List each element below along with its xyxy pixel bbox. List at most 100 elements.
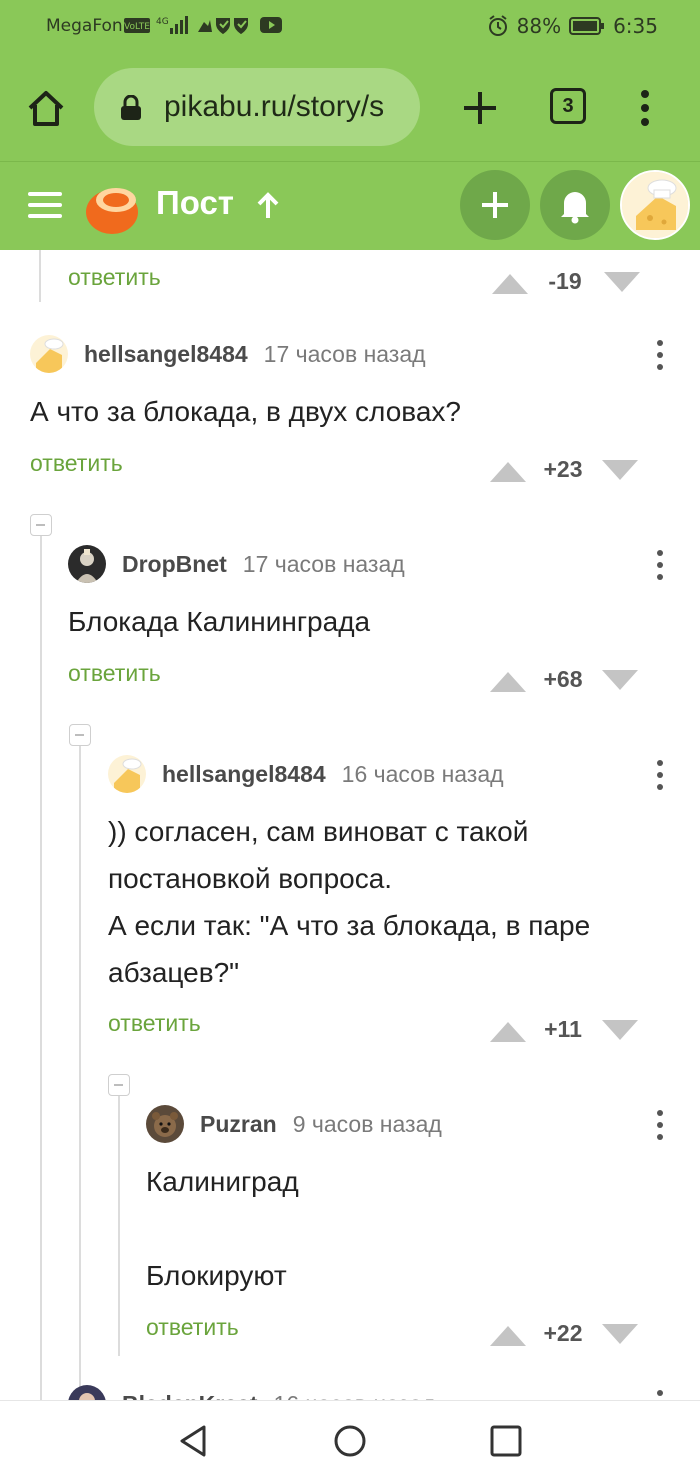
downvote-icon[interactable] xyxy=(602,460,638,482)
back-icon[interactable] xyxy=(176,1423,212,1459)
comment: Puzran 9 часов назад Калиниград Блокирую… xyxy=(146,1104,700,1299)
comment-time: 17 часов назад xyxy=(242,550,405,577)
reply-link[interactable]: ответить xyxy=(68,264,161,290)
browser-toolbar: pikabu.ru/story/s 3 xyxy=(0,56,700,162)
url-text: pikabu.ru/story/s xyxy=(164,90,385,123)
youtube-icon xyxy=(260,17,282,33)
downvote-icon[interactable] xyxy=(602,1020,638,1042)
lock-icon xyxy=(121,95,141,120)
collapse-thread-button[interactable] xyxy=(69,724,91,746)
comment-time: 16 часов назад xyxy=(273,1391,435,1401)
comment: BladenKrest 16 часов назад xyxy=(68,1384,700,1400)
hamburger-menu-icon[interactable] xyxy=(28,192,62,218)
comment-menu-icon[interactable] xyxy=(650,1108,670,1142)
upvote-icon[interactable] xyxy=(490,1324,526,1346)
user-avatar[interactable] xyxy=(620,170,690,240)
reply-link[interactable]: ответить xyxy=(108,1010,201,1036)
user-photo-avatar-icon xyxy=(68,1385,106,1400)
address-bar[interactable]: pikabu.ru/story/s xyxy=(94,68,420,146)
comment-score: +11 xyxy=(544,1016,582,1042)
comment-score: +22 xyxy=(543,1320,583,1346)
clock: 6:35 xyxy=(613,14,658,38)
home-circle-icon[interactable] xyxy=(332,1423,368,1459)
comment: hellsangel8484 16 часов назад )) согласе… xyxy=(108,754,700,996)
comment-text: Калиниград Блокируют xyxy=(146,1166,299,1291)
comment-score: -19 xyxy=(548,268,582,294)
comment-score: +68 xyxy=(543,666,583,692)
commenter-avatar[interactable] xyxy=(68,545,106,583)
scroll-to-top-icon[interactable] xyxy=(256,192,280,220)
commenter-avatar[interactable] xyxy=(146,1105,184,1143)
comment-author[interactable]: Puzran xyxy=(200,1111,277,1138)
collapse-thread-button[interactable] xyxy=(30,514,52,536)
battery-icon xyxy=(569,17,605,35)
user-photo-avatar-icon xyxy=(68,545,106,583)
comment-author[interactable]: hellsangel8484 xyxy=(84,341,248,368)
status-bar: MegaFon VoLTE 4G 88% 6:35 xyxy=(0,0,700,56)
comment-menu-icon[interactable] xyxy=(650,1388,670,1400)
svg-text:VoLTE: VoLTE xyxy=(124,22,150,32)
comment-time: 9 часов назад xyxy=(292,1110,442,1137)
signal-icons: VoLTE 4G xyxy=(124,16,248,34)
upvote-icon[interactable] xyxy=(490,1020,526,1042)
vote-controls: +23 xyxy=(490,452,670,492)
comment-score: +23 xyxy=(543,456,583,482)
comment-text: А что за блокада, в двух словах? xyxy=(30,396,461,427)
plus-icon xyxy=(482,192,508,218)
browser-menu-icon[interactable] xyxy=(630,86,660,130)
add-post-button[interactable] xyxy=(460,170,530,240)
vote-controls: -19 xyxy=(492,264,672,304)
system-nav-bar xyxy=(0,1400,700,1478)
comment-menu-icon[interactable] xyxy=(650,338,670,372)
collapse-thread-button[interactable] xyxy=(108,1074,130,1096)
vote-controls: +22 xyxy=(490,1316,670,1356)
comment-time: 16 часов назад xyxy=(341,760,504,787)
comment-author[interactable]: hellsangel8484 xyxy=(162,761,326,788)
upvote-icon[interactable] xyxy=(490,670,526,692)
alarm-icon xyxy=(488,15,507,36)
comment-author[interactable]: BladenKrest xyxy=(122,1391,257,1401)
downvote-icon[interactable] xyxy=(602,670,638,692)
reply-link[interactable]: ответить xyxy=(68,660,161,686)
notifications-button[interactable] xyxy=(540,170,610,240)
cheese-chef-avatar-icon xyxy=(622,172,688,238)
downvote-icon[interactable] xyxy=(602,1324,638,1346)
home-icon[interactable] xyxy=(24,86,68,130)
thread-line xyxy=(40,536,42,1400)
thread-line xyxy=(118,1096,120,1356)
thread-line xyxy=(79,746,81,1400)
comment-header: Puzran 9 часов назад xyxy=(146,1104,700,1144)
recent-apps-icon[interactable] xyxy=(488,1423,524,1459)
cheese-chef-avatar-icon xyxy=(108,755,146,793)
commenter-avatar[interactable] xyxy=(30,335,68,373)
page-title: Пост xyxy=(156,184,234,221)
commenter-avatar[interactable] xyxy=(108,755,146,793)
comment-menu-icon[interactable] xyxy=(650,548,670,582)
upvote-icon[interactable] xyxy=(492,272,528,294)
commenter-avatar[interactable] xyxy=(68,1385,106,1400)
reply-row: ответить xyxy=(68,264,161,304)
vote-controls: +68 xyxy=(490,662,670,702)
comment-author[interactable]: DropBnet xyxy=(122,551,227,578)
new-tab-icon[interactable] xyxy=(458,86,502,130)
battery-percent: 88% xyxy=(516,14,562,38)
tab-switcher-button[interactable]: 3 xyxy=(550,88,586,124)
cheese-chef-avatar-icon xyxy=(30,335,68,373)
comment-text: Блокада Калининграда xyxy=(68,606,371,637)
pikabu-logo-icon[interactable] xyxy=(82,178,140,236)
reply-link[interactable]: ответить xyxy=(30,450,123,476)
bell-icon xyxy=(561,192,589,224)
reply-row: ответить xyxy=(108,1010,201,1050)
downvote-icon[interactable] xyxy=(604,272,640,294)
comment: hellsangel8484 17 часов назад А что за б… xyxy=(30,334,700,435)
status-right: 88% 6:35 xyxy=(487,14,658,38)
reply-row: ответить xyxy=(68,660,161,700)
comment-menu-icon[interactable] xyxy=(650,758,670,792)
upvote-icon[interactable] xyxy=(490,460,526,482)
svg-text:4G: 4G xyxy=(156,17,169,27)
thread-line xyxy=(39,250,41,302)
comment-text: )) согласен, сам виноват с такой постано… xyxy=(108,816,591,988)
comment: DropBnet 17 часов назад Блокада Калининг… xyxy=(68,544,700,645)
reply-link[interactable]: ответить xyxy=(146,1314,239,1340)
carrier-name: MegaFon xyxy=(46,16,123,36)
